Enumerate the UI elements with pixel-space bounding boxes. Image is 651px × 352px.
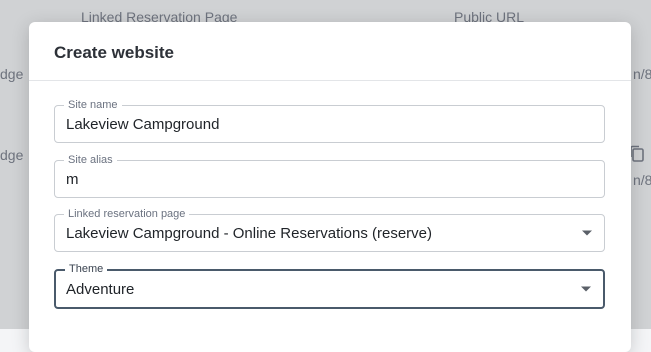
header-divider: [29, 80, 631, 81]
site-name-input[interactable]: Lakeview Campground: [66, 106, 219, 142]
create-website-dialog: Create website Site name Lakeview Campgr…: [29, 22, 631, 352]
dialog-title: Create website: [54, 43, 174, 62]
linked-reservation-page-value[interactable]: Lakeview Campground - Online Reservation…: [66, 215, 432, 251]
theme-value[interactable]: Adventure: [66, 271, 134, 307]
theme-select[interactable]: Theme Adventure: [54, 262, 605, 309]
site-name-field[interactable]: Site name Lakeview Campground: [54, 98, 605, 143]
site-alias-field[interactable]: Site alias m: [54, 153, 605, 198]
linked-reservation-page-select[interactable]: Linked reservation page Lakeview Campgro…: [54, 207, 605, 252]
dropdown-arrow-icon[interactable]: [581, 286, 591, 292]
dropdown-arrow-icon[interactable]: [582, 230, 592, 236]
site-alias-input[interactable]: m: [66, 161, 79, 197]
